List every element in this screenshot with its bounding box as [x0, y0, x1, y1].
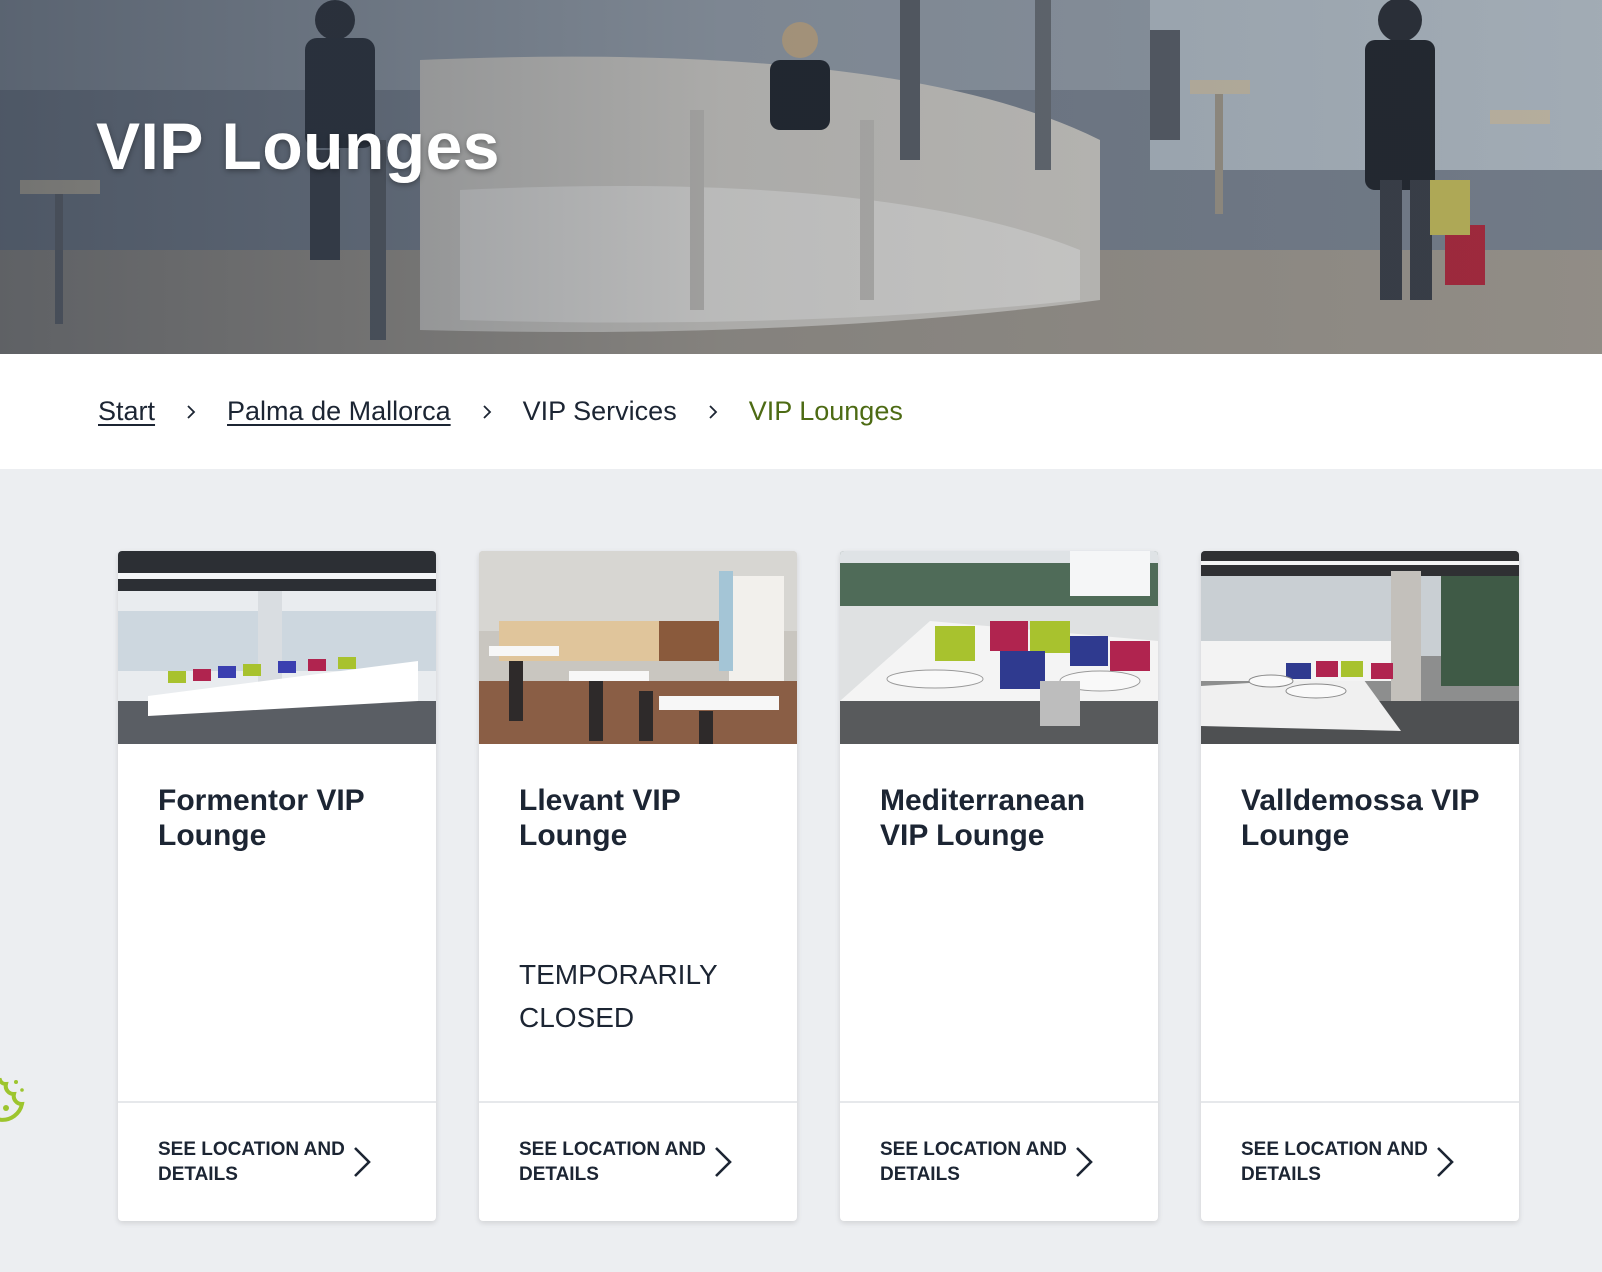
- lounge-title: Valldemossa VIP Lounge: [1241, 784, 1479, 852]
- chevron-right-icon: [1435, 1145, 1455, 1184]
- chevron-right-icon: [1074, 1145, 1094, 1184]
- lounge-photo[interactable]: [118, 551, 436, 744]
- breadcrumb-vip-services: VIP Services: [522, 396, 677, 426]
- cookie-icon[interactable]: [0, 1074, 26, 1126]
- see-location-details-link[interactable]: SEE LOCATION AND DETAILS: [118, 1101, 436, 1221]
- see-location-details-link[interactable]: SEE LOCATION AND DETAILS: [840, 1101, 1158, 1221]
- lounge-card-list: Formentor VIP Lounge SEE LOCATION AND DE…: [118, 551, 1519, 1221]
- lounge-photo[interactable]: [840, 551, 1158, 744]
- see-location-details-label: SEE LOCATION AND DETAILS: [158, 1139, 345, 1185]
- chevron-right-icon: [677, 403, 749, 421]
- chevron-right-icon: [352, 1145, 372, 1184]
- breadcrumb-current: VIP Lounges: [748, 396, 903, 426]
- breadcrumb: Start Palma de Mallorca VIP Services VIP…: [0, 354, 1602, 469]
- breadcrumb-start-link[interactable]: Start: [98, 396, 155, 427]
- see-location-details-label: SEE LOCATION AND DETAILS: [880, 1139, 1067, 1185]
- see-location-details-label: SEE LOCATION AND DETAILS: [519, 1139, 706, 1185]
- lounge-title: Mediterranean VIP Lounge: [880, 784, 1086, 852]
- lounge-title: Formentor VIP Lounge: [158, 784, 365, 852]
- lounge-photo[interactable]: [479, 551, 797, 744]
- lounge-card-valldemossa: Valldemossa VIP Lounge SEE LOCATION AND …: [1201, 551, 1519, 1221]
- lounge-title: Llevant VIP Lounge: [519, 784, 681, 852]
- chevron-right-icon: [713, 1145, 733, 1184]
- chevron-right-icon: [451, 403, 523, 421]
- see-location-details-link[interactable]: SEE LOCATION AND DETAILS: [1201, 1101, 1519, 1221]
- lounge-photo[interactable]: [1201, 551, 1519, 744]
- breadcrumb-palma-link[interactable]: Palma de Mallorca: [227, 396, 451, 427]
- lounge-card-formentor: Formentor VIP Lounge SEE LOCATION AND DE…: [118, 551, 436, 1221]
- lounge-status-temporarily-closed: TEMPORARILY CLOSED: [519, 959, 718, 1033]
- hero-banner: VIP Lounges: [0, 0, 1602, 354]
- lounge-card-llevant: Llevant VIP Lounge TEMPORARILY CLOSED SE…: [479, 551, 797, 1221]
- lounge-card-mediterranean: Mediterranean VIP Lounge SEE LOCATION AN…: [840, 551, 1158, 1221]
- see-location-details-link[interactable]: SEE LOCATION AND DETAILS: [479, 1101, 797, 1221]
- see-location-details-label: SEE LOCATION AND DETAILS: [1241, 1139, 1428, 1185]
- chevron-right-icon: [155, 403, 227, 421]
- page-title: VIP Lounges: [96, 109, 501, 183]
